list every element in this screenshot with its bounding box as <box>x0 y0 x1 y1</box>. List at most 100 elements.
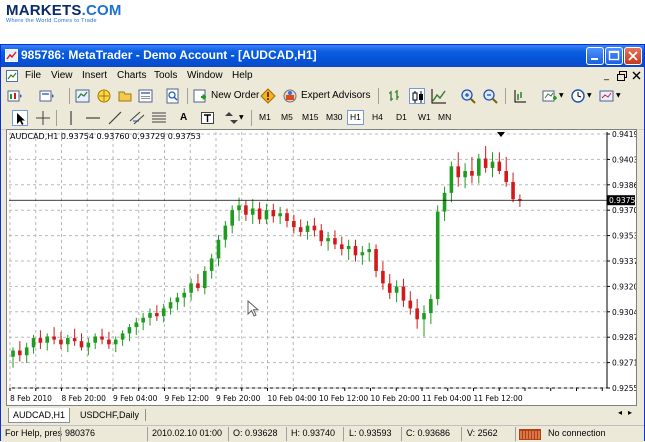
metaeditor-icon[interactable] <box>260 88 276 104</box>
data-window-icon[interactable] <box>117 88 133 104</box>
maximize-button[interactable] <box>605 47 623 65</box>
arrows-dropdown-icon[interactable]: ▼ <box>239 114 244 121</box>
timeframe-m5[interactable]: M5 <box>281 112 293 122</box>
expert-advisors-button[interactable]: Expert Advisors <box>301 90 370 101</box>
time-tick-label: 9 Feb 12:00 <box>165 394 210 403</box>
candle-body <box>470 171 474 176</box>
timeframe-m15[interactable]: M15 <box>302 112 319 122</box>
menu-view[interactable]: View <box>51 70 73 81</box>
fibonacci-icon[interactable] <box>151 110 167 126</box>
chart-canvas[interactable]: 0.94190 0.94030 0.93865 0.93700 0.93535 0.933… <box>7 130 643 405</box>
candle-body <box>292 220 296 228</box>
timeframe-h4[interactable]: H4 <box>372 112 383 122</box>
mdi-minimize-icon[interactable]: _ <box>604 70 609 81</box>
bar-chart-icon[interactable] <box>387 88 403 104</box>
vertical-line-icon[interactable] <box>63 110 79 126</box>
timeframe-d1[interactable]: D1 <box>396 112 407 122</box>
candle-body <box>415 308 419 320</box>
title-bar[interactable]: 985786: MetaTrader - Demo Account - [AUD… <box>1 45 644 67</box>
status-datetime: 2010.02.10 01:00 <box>152 428 223 438</box>
line-chart-icon[interactable] <box>431 88 447 104</box>
logo-text: MARKETS <box>6 2 82 19</box>
tab-scroll-right-icon[interactable]: ▸ <box>628 408 632 417</box>
candle-body <box>298 227 303 232</box>
candle-body <box>285 213 289 221</box>
menu-charts[interactable]: Charts <box>117 70 146 81</box>
tab-usdchf-daily[interactable]: USDCHF,Daily <box>76 408 143 422</box>
expert-advisors-icon[interactable] <box>282 88 298 104</box>
navigator-icon[interactable] <box>96 88 112 104</box>
logo-suffix: .COM <box>81 2 122 19</box>
indicators-dropdown-icon[interactable]: ▼ <box>559 92 564 99</box>
candle-body <box>504 171 508 182</box>
menu-file[interactable]: File <box>25 70 41 81</box>
time-tick-label: 9 Feb 04:00 <box>113 394 158 403</box>
text-label-icon[interactable] <box>200 110 216 126</box>
auto-scroll-icon[interactable] <box>512 88 528 104</box>
trendline-icon[interactable] <box>107 110 123 126</box>
candle-body <box>408 300 413 309</box>
document-icon <box>6 70 18 82</box>
profiles-icon[interactable] <box>39 88 55 104</box>
tab-scroll-left-icon[interactable]: ◂ <box>618 408 622 417</box>
candle-body <box>326 238 330 242</box>
new-order-icon[interactable] <box>192 88 208 104</box>
new-chart-icon[interactable] <box>7 88 23 104</box>
price-tick-label: 0.94030 <box>612 155 636 164</box>
menu-window[interactable]: Window <box>187 70 223 81</box>
candle-body <box>141 317 145 323</box>
mdi-close-icon[interactable] <box>632 71 642 81</box>
equidistant-channel-icon[interactable] <box>129 110 145 126</box>
periods-clock-icon[interactable] <box>570 88 586 104</box>
mouse-pointer-icon <box>247 300 260 317</box>
candle-body <box>463 171 467 178</box>
indicators-icon[interactable] <box>542 88 558 104</box>
new-order-button[interactable]: New Order <box>211 90 259 101</box>
candle-body <box>127 327 132 334</box>
status-profile: 980376 <box>65 428 96 438</box>
price-tick-label: 0.92550 <box>612 384 636 393</box>
candle-body <box>31 338 36 348</box>
minimize-button[interactable] <box>586 47 604 65</box>
time-tick-label: 8 Feb 20:00 <box>62 394 107 403</box>
tab-audcad-h1[interactable]: AUDCAD,H1 <box>8 408 71 423</box>
candlesticks-icon[interactable] <box>409 88 425 104</box>
menu-insert[interactable]: Insert <box>82 70 107 81</box>
price-chart[interactable]: 0.94190 0.94030 0.93865 0.93700 0.93535 0.933… <box>6 129 643 406</box>
menu-tools[interactable]: Tools <box>154 70 177 81</box>
horizontal-line-icon[interactable] <box>85 110 101 126</box>
templates-icon[interactable] <box>599 88 615 104</box>
templates-dropdown-icon[interactable]: ▼ <box>616 92 621 99</box>
timeframe-mn[interactable]: MN <box>438 112 451 122</box>
zoom-out-icon[interactable] <box>482 88 498 104</box>
text-tool-icon[interactable]: A <box>180 112 187 123</box>
candle-body <box>333 238 337 245</box>
candle-body <box>353 245 358 256</box>
market-watch-icon[interactable] <box>75 88 91 104</box>
timeframe-m30[interactable]: M30 <box>326 112 343 122</box>
close-button[interactable] <box>624 47 642 65</box>
menu-help[interactable]: Help <box>232 70 253 81</box>
timeframe-w1[interactable]: W1 <box>418 112 431 122</box>
zoom-in-icon[interactable] <box>460 88 476 104</box>
terminal-icon[interactable] <box>138 88 154 104</box>
candle-body <box>346 245 351 250</box>
mdi-restore-icon[interactable] <box>617 71 627 81</box>
metatrader-window: 985786: MetaTrader - Demo Account - [AUD… <box>0 44 645 442</box>
cursor-icon[interactable] <box>12 110 28 126</box>
candle-body <box>66 338 70 345</box>
timeframe-h1[interactable]: H1 <box>347 110 364 125</box>
status-connection: No connection <box>548 428 606 438</box>
crosshair-icon[interactable] <box>35 110 51 126</box>
time-tick-label: 10 Feb 20:00 <box>371 394 420 403</box>
candle-body <box>175 297 180 303</box>
periods-dropdown-icon[interactable]: ▼ <box>587 92 592 99</box>
arrows-icon[interactable] <box>223 110 239 126</box>
candle-body <box>278 213 282 217</box>
strategy-tester-icon[interactable] <box>165 88 181 104</box>
candle-body <box>189 283 193 293</box>
candle-body <box>237 205 241 211</box>
candle-body <box>422 313 426 320</box>
timeframe-m1[interactable]: M1 <box>259 112 271 122</box>
status-high: H: 0.93740 <box>291 428 336 438</box>
